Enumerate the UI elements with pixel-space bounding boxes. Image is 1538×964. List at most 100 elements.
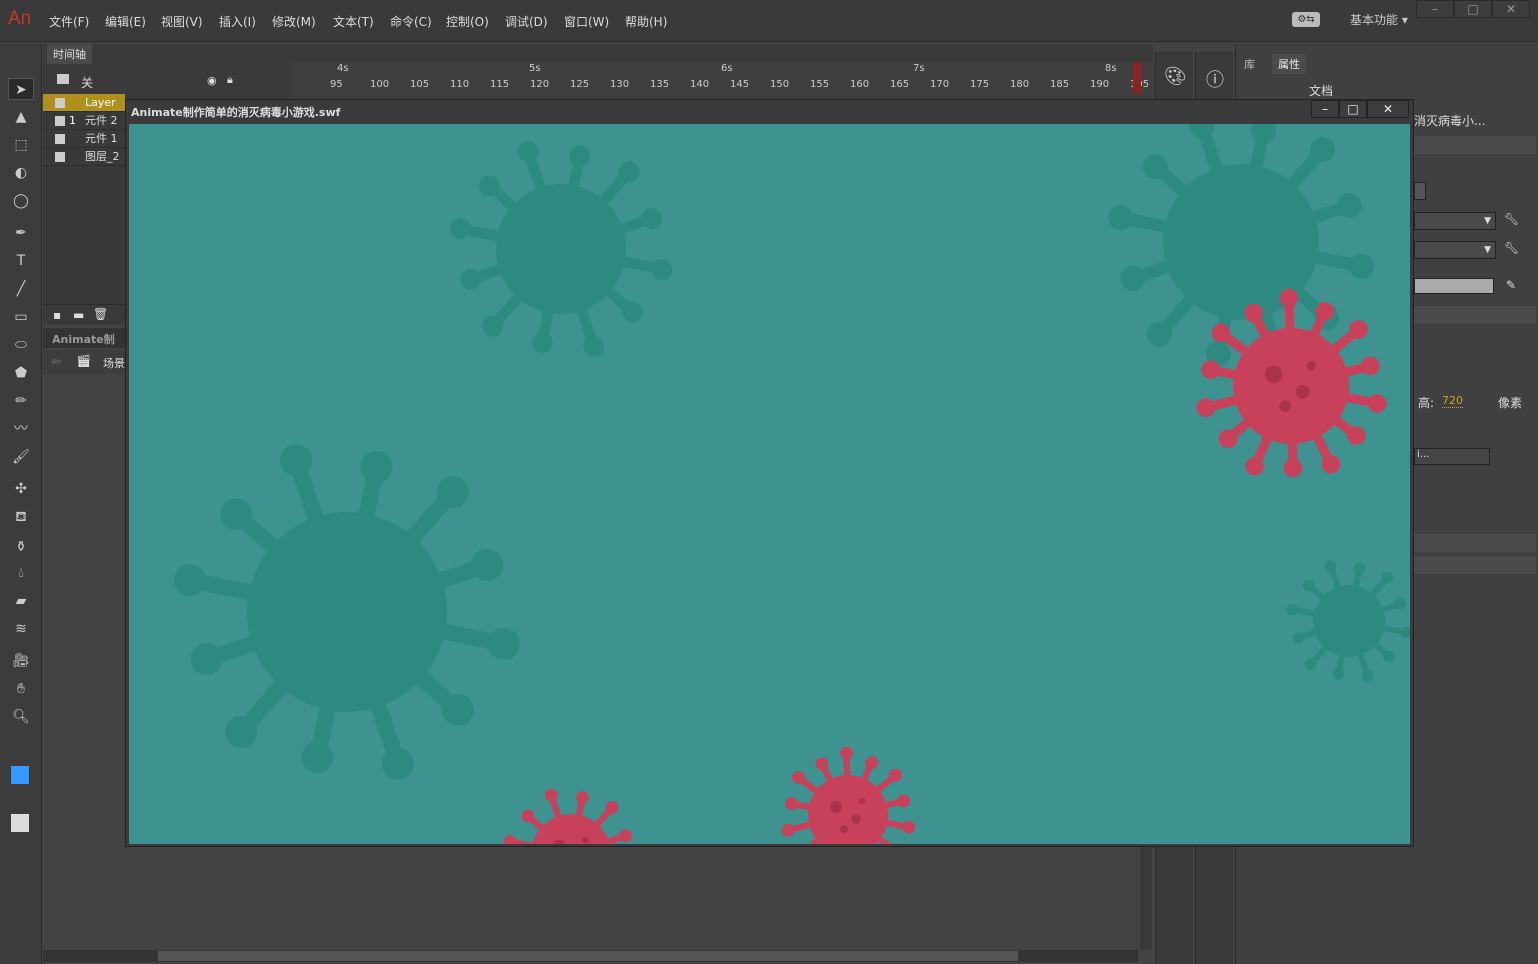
new-folder-icon[interactable]: ▬ (73, 308, 84, 322)
frame-ruler[interactable]: 4s 5s 6s 7s 8s 95 100 105 110 115 120 125 130 135 140 1… (293, 62, 1183, 98)
horizontal-scrollbar[interactable] (43, 950, 1138, 962)
layer-row[interactable]: 元件 1 (43, 130, 125, 148)
frame-number: 110 (450, 79, 470, 90)
frame-number: 180 (1010, 79, 1030, 90)
swf-window-controls: – □ ✕ (1311, 100, 1409, 118)
selection-tool-icon[interactable]: ➤ (8, 78, 34, 100)
menu-item[interactable]: 控制(O) (446, 13, 489, 30)
back-arrow-icon[interactable]: ⇦ (51, 354, 61, 368)
menu-item[interactable]: 修改(M) (272, 13, 316, 30)
text-icon[interactable]: T (8, 250, 34, 272)
swf-close-button[interactable]: ✕ (1367, 100, 1409, 118)
polystar-icon[interactable]: ⬟ (8, 362, 34, 384)
timeline-tab[interactable]: 时间轴 (47, 44, 92, 64)
layer-row[interactable]: Layer 1 (43, 94, 125, 127)
tab-library[interactable]: 库 (1238, 54, 1261, 74)
frame-number: 120 (530, 79, 550, 90)
pen-icon[interactable]: ✒ (8, 222, 34, 244)
menu-item[interactable]: 视图(V) (161, 13, 203, 30)
delete-icon[interactable]: 🗑︎ (93, 307, 108, 321)
scene-label[interactable]: 场景 (103, 355, 125, 371)
camera-icon[interactable]: 🎥︎ (8, 650, 34, 672)
tools-panel: ➤ ▲ ⬚ ◐ ◯ ✒ T ╱ ▭ ⬭ ⬟ ✏ 〰 🖌︎ ✣ ⛾ ⚱ 💧︎ ▰ ≋ 🎥︎ ✋︎ 🔍︎ (0, 44, 42, 964)
frame-number: 170 (930, 79, 950, 90)
free-transform-icon[interactable]: ⬚ (8, 134, 34, 156)
fill-swatch[interactable] (11, 814, 29, 832)
menu-bar: An ⚙⇆ 基本功能 ▾ – □ ✕ 文件(F) 编辑(E) 视图(V) 插入(I) 修… (0, 0, 1538, 42)
frame-number: 100 (370, 79, 390, 90)
section-header[interactable] (1414, 556, 1536, 574)
layer-row[interactable]: 元件 2 (43, 112, 125, 130)
frame-number: 165 (890, 79, 910, 90)
section-header[interactable] (1414, 534, 1536, 552)
layer-actions: ▪ ▬ 🗑︎ (43, 304, 125, 324)
menu-item[interactable]: 帮助(H) (625, 13, 667, 30)
menu-item[interactable]: 编辑(E) (105, 13, 146, 30)
section-header[interactable] (1414, 306, 1536, 324)
hand-icon[interactable]: ✋︎ (8, 678, 34, 700)
lasso-icon[interactable]: ◯ (8, 190, 34, 212)
line-icon[interactable]: ╱ (8, 278, 34, 300)
zoom-icon[interactable]: 🔍︎ (8, 706, 34, 728)
ink-bottle-icon[interactable]: ⚱ (8, 536, 34, 558)
bone-icon[interactable]: ✣ (8, 478, 34, 500)
fill-color-swatch[interactable] (11, 766, 29, 784)
paint-bucket-icon[interactable]: ⛾ (8, 506, 34, 528)
frame-number: 115 (490, 79, 510, 90)
pencil-icon[interactable]: ✏ (8, 390, 34, 412)
close-button[interactable]: ✕ (1492, 0, 1530, 18)
eyedropper-icon[interactable]: ✎ (1506, 278, 1516, 292)
dropdown-1[interactable]: ▼ (1414, 212, 1496, 230)
menu-item[interactable]: 窗口(W) (564, 13, 609, 30)
menu-item[interactable]: 调试(D) (505, 13, 548, 30)
3d-rotation-icon[interactable]: ◐ (8, 162, 34, 184)
tab-properties[interactable]: 属性 (1272, 54, 1306, 74)
input-box[interactable] (1414, 182, 1426, 200)
menu-item[interactable]: 文本(T) (333, 13, 374, 30)
swf-minimize-button[interactable]: – (1311, 100, 1339, 118)
sync-settings-icon[interactable]: ⚙⇆ (1292, 12, 1320, 27)
scrollbar-thumb[interactable] (158, 951, 1018, 961)
menu-item[interactable]: 命令(C) (390, 13, 432, 30)
paint-brush-icon[interactable]: 🖌︎ (8, 446, 34, 468)
width-icon[interactable]: ≋ (8, 618, 34, 640)
dropdown-2[interactable]: ▼ (1414, 241, 1496, 259)
height-label: 高: (1418, 396, 1435, 410)
red-virus-target[interactable] (503, 788, 638, 844)
eye-icon[interactable]: ◉ (207, 74, 217, 87)
settings-button[interactable]: i... (1414, 448, 1490, 465)
oval-icon[interactable]: ⬭ (8, 334, 34, 356)
playhead[interactable] (1133, 62, 1141, 94)
rectangle-icon[interactable]: ▭ (8, 306, 34, 328)
lock-icon[interactable]: 🔒︎ (227, 73, 233, 87)
eyedropper-icon[interactable]: 💧︎ (8, 562, 34, 584)
swf-maximize-button[interactable]: □ (1339, 100, 1367, 118)
palette-icon[interactable]: 🎨︎ (1164, 66, 1187, 87)
menu-item[interactable]: 文件(F) (49, 13, 89, 30)
wrench-icon[interactable]: 🔧︎ (1504, 212, 1519, 226)
color-field[interactable] (1414, 278, 1494, 294)
workspace-switcher[interactable]: 基本功能 ▾ (1350, 11, 1408, 28)
background-virus (1107, 124, 1375, 372)
game-stage[interactable] (129, 124, 1410, 844)
seconds-label: 6s (721, 63, 733, 74)
document-tab[interactable]: Animate制作i (43, 328, 125, 362)
frame-number: 185 (1050, 79, 1070, 90)
eraser-icon[interactable]: ▰ (8, 590, 34, 612)
section-header[interactable] (1414, 136, 1536, 154)
timeline-panel: 时间轴 关 ◉ 🔒︎ 4s 5s 6s 7s 8s 95 100 105 110 115 120 12… (43, 44, 1183, 100)
layer-row[interactable]: 图层_2 (43, 148, 125, 166)
brush-icon[interactable]: 〰 (8, 418, 34, 440)
menu-item[interactable]: 插入(I) (219, 13, 256, 30)
new-layer-icon[interactable]: ▪ (53, 308, 61, 322)
subselection-tool-icon[interactable]: ▲ (8, 106, 34, 128)
frame-number: 155 (810, 79, 830, 90)
info-icon[interactable]: ⓘ (1206, 66, 1224, 92)
wrench-icon[interactable]: 🔧︎ (1504, 241, 1519, 255)
red-virus-target[interactable] (781, 746, 916, 844)
layer-icon (55, 134, 65, 144)
maximize-button[interactable]: □ (1454, 0, 1492, 18)
height-value[interactable]: 720 (1442, 394, 1463, 408)
minimize-button[interactable]: – (1416, 0, 1454, 18)
frame-number: 125 (570, 79, 590, 90)
